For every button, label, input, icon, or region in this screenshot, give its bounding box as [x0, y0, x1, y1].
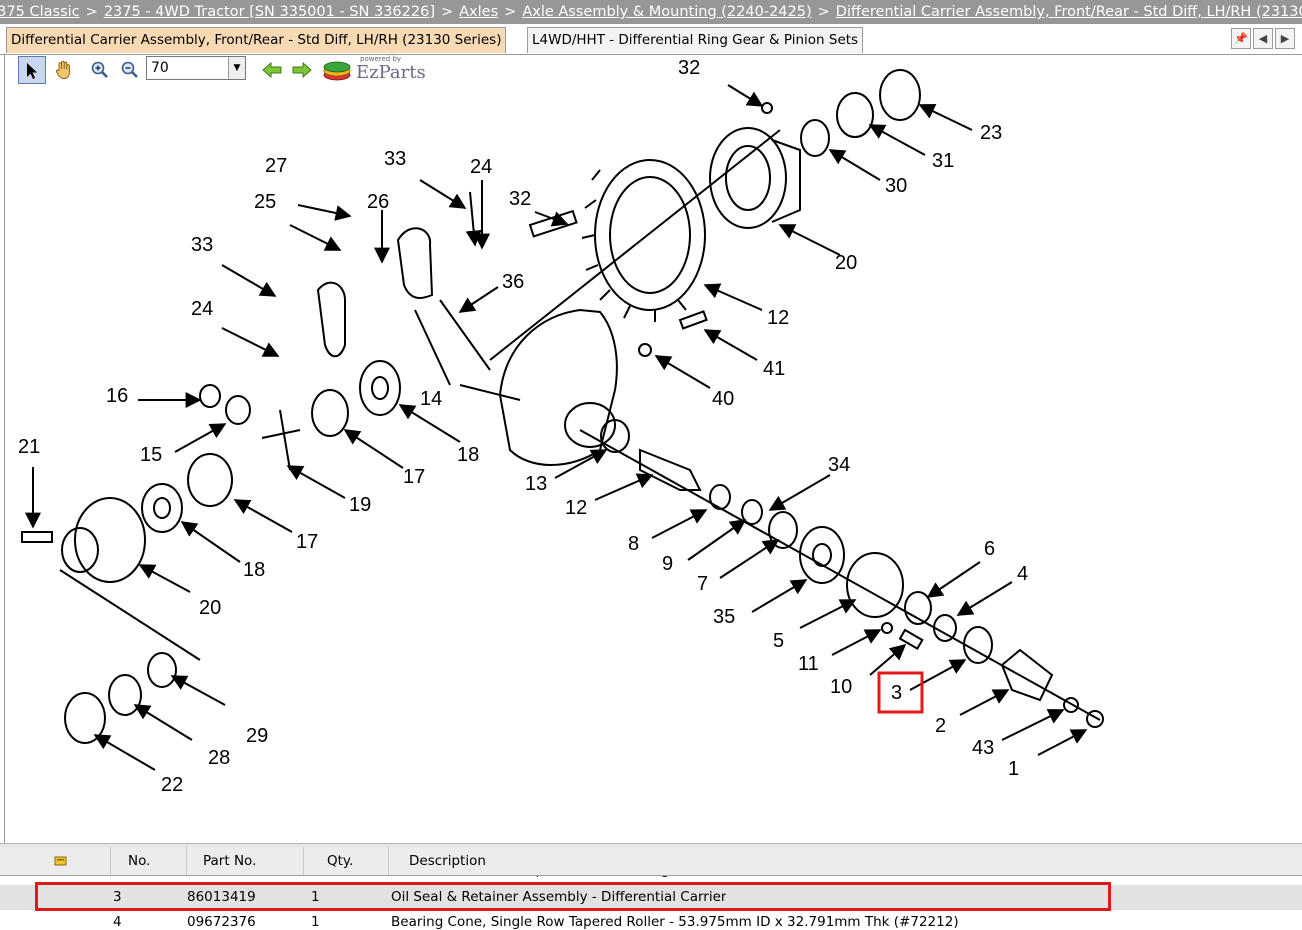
callout-21[interactable]: 21	[18, 436, 40, 458]
callout-12-ring[interactable]: 12	[767, 307, 789, 329]
callout-1[interactable]: 1	[1008, 758, 1019, 780]
breadcrumb-axles[interactable]: Axles	[459, 4, 498, 20]
selected-row-highlight	[35, 882, 1111, 911]
callout-32-top[interactable]: 32	[678, 57, 700, 79]
callout-34[interactable]: 34	[828, 454, 850, 476]
callout-5[interactable]: 5	[773, 630, 784, 652]
callout-24-left[interactable]: 24	[191, 298, 213, 320]
callout-15[interactable]: 15	[140, 444, 162, 466]
callout-19[interactable]: 19	[349, 494, 371, 516]
parts-diagram[interactable]: 1 2 3 4 5 6 7 8 9 10 11 12 12 13 14 15 1…	[5, 54, 1302, 844]
callout-26[interactable]: 26	[367, 191, 389, 213]
header-qty-label: Qty.	[304, 847, 389, 875]
tab-scroll-left-icon[interactable]: ◀	[1253, 28, 1273, 49]
breadcrumb-model[interactable]: 2375 Classic	[0, 4, 80, 20]
callout-33-left[interactable]: 33	[191, 234, 213, 256]
table-header-overlay: No. Part No. Qty. Description	[0, 847, 1302, 876]
callout-23[interactable]: 23	[980, 122, 1002, 144]
callout-9[interactable]: 9	[662, 553, 673, 575]
header-no-label: No.	[111, 847, 187, 875]
note-icon	[54, 856, 67, 865]
callout-10[interactable]: 10	[830, 676, 852, 698]
callout-32-bolt[interactable]: 32	[509, 188, 531, 210]
pin-tab-icon[interactable]: 📌	[1231, 28, 1251, 49]
breadcrumb-separator: >	[440, 4, 454, 20]
breadcrumb-separator: >	[817, 4, 830, 20]
callout-30[interactable]: 30	[885, 175, 907, 197]
breadcrumb-separator: >	[85, 4, 98, 20]
callout-17-upper[interactable]: 17	[403, 466, 425, 488]
callout-18-upper[interactable]: 18	[457, 444, 479, 466]
callout-28[interactable]: 28	[208, 747, 230, 769]
callout-20-upper[interactable]: 20	[835, 252, 857, 274]
header-part-no-label: Part No.	[187, 847, 304, 875]
callout-18-lower[interactable]: 18	[243, 559, 265, 581]
header-flag-cell	[0, 847, 111, 875]
breadcrumb: 2375 Classic >2375 - 4WD Tractor [SN 3350…	[0, 0, 1302, 24]
callout-25[interactable]: 25	[254, 191, 276, 213]
table-row[interactable]: 4 09672376 1 Bearing Cone, Single Row Ta…	[0, 910, 1302, 930]
breadcrumb-tractor[interactable]: 2375 - 4WD Tractor [SN 335001 - SN 33622…	[104, 4, 435, 20]
tab-scroll-right-icon[interactable]: ▶	[1275, 28, 1295, 49]
cell-qty: 1	[311, 914, 320, 930]
tab-bar: Differential Carrier Assembly, Front/Rea…	[0, 24, 1302, 55]
cell-no: 4	[113, 914, 122, 930]
cell-part-no: 09672376	[187, 914, 256, 930]
callout-12-pinion[interactable]: 12	[565, 497, 587, 519]
callout-16[interactable]: 16	[106, 385, 128, 407]
callout-17-lower[interactable]: 17	[296, 531, 318, 553]
callout-33-upper[interactable]: 33	[384, 148, 406, 170]
callout-43[interactable]: 43	[972, 737, 994, 759]
callout-6[interactable]: 6	[984, 538, 995, 560]
tab-ring-gear-pinion[interactable]: L4WD/HHT - Differential Ring Gear & Pini…	[527, 27, 864, 53]
callout-11[interactable]: 11	[798, 653, 819, 675]
callout-24-upper[interactable]: 24	[470, 156, 492, 178]
callout-3[interactable]: 3	[891, 682, 902, 704]
callout-29[interactable]: 29	[246, 725, 268, 747]
breadcrumb-differential-carrier[interactable]: Differential Carrier Assembly, Front/Rea…	[836, 4, 1302, 20]
callout-36[interactable]: 36	[502, 271, 524, 293]
callout-4[interactable]: 4	[1017, 563, 1028, 585]
callout-35[interactable]: 35	[713, 606, 735, 628]
breadcrumb-separator: >	[504, 4, 517, 20]
breadcrumb-axle-assembly[interactable]: Axle Assembly & Mounting (2240-2425)	[522, 4, 811, 20]
callout-7[interactable]: 7	[697, 573, 708, 595]
callout-40[interactable]: 40	[712, 388, 734, 410]
callout-8[interactable]: 8	[628, 533, 639, 555]
callout-14[interactable]: 14	[420, 388, 442, 410]
tab-differential-carrier[interactable]: Differential Carrier Assembly, Front/Rea…	[6, 27, 507, 53]
callout-27[interactable]: 27	[265, 155, 287, 177]
cell-description: Bearing Cone, Single Row Tapered Roller …	[391, 914, 959, 930]
callout-41[interactable]: 41	[763, 358, 785, 380]
header-description-label: Description	[409, 853, 486, 869]
callout-20-lower[interactable]: 20	[199, 597, 221, 619]
callout-22[interactable]: 22	[161, 774, 183, 796]
callout-13[interactable]: 13	[525, 473, 547, 495]
callout-2[interactable]: 2	[935, 715, 946, 737]
callout-31[interactable]: 31	[932, 150, 954, 172]
